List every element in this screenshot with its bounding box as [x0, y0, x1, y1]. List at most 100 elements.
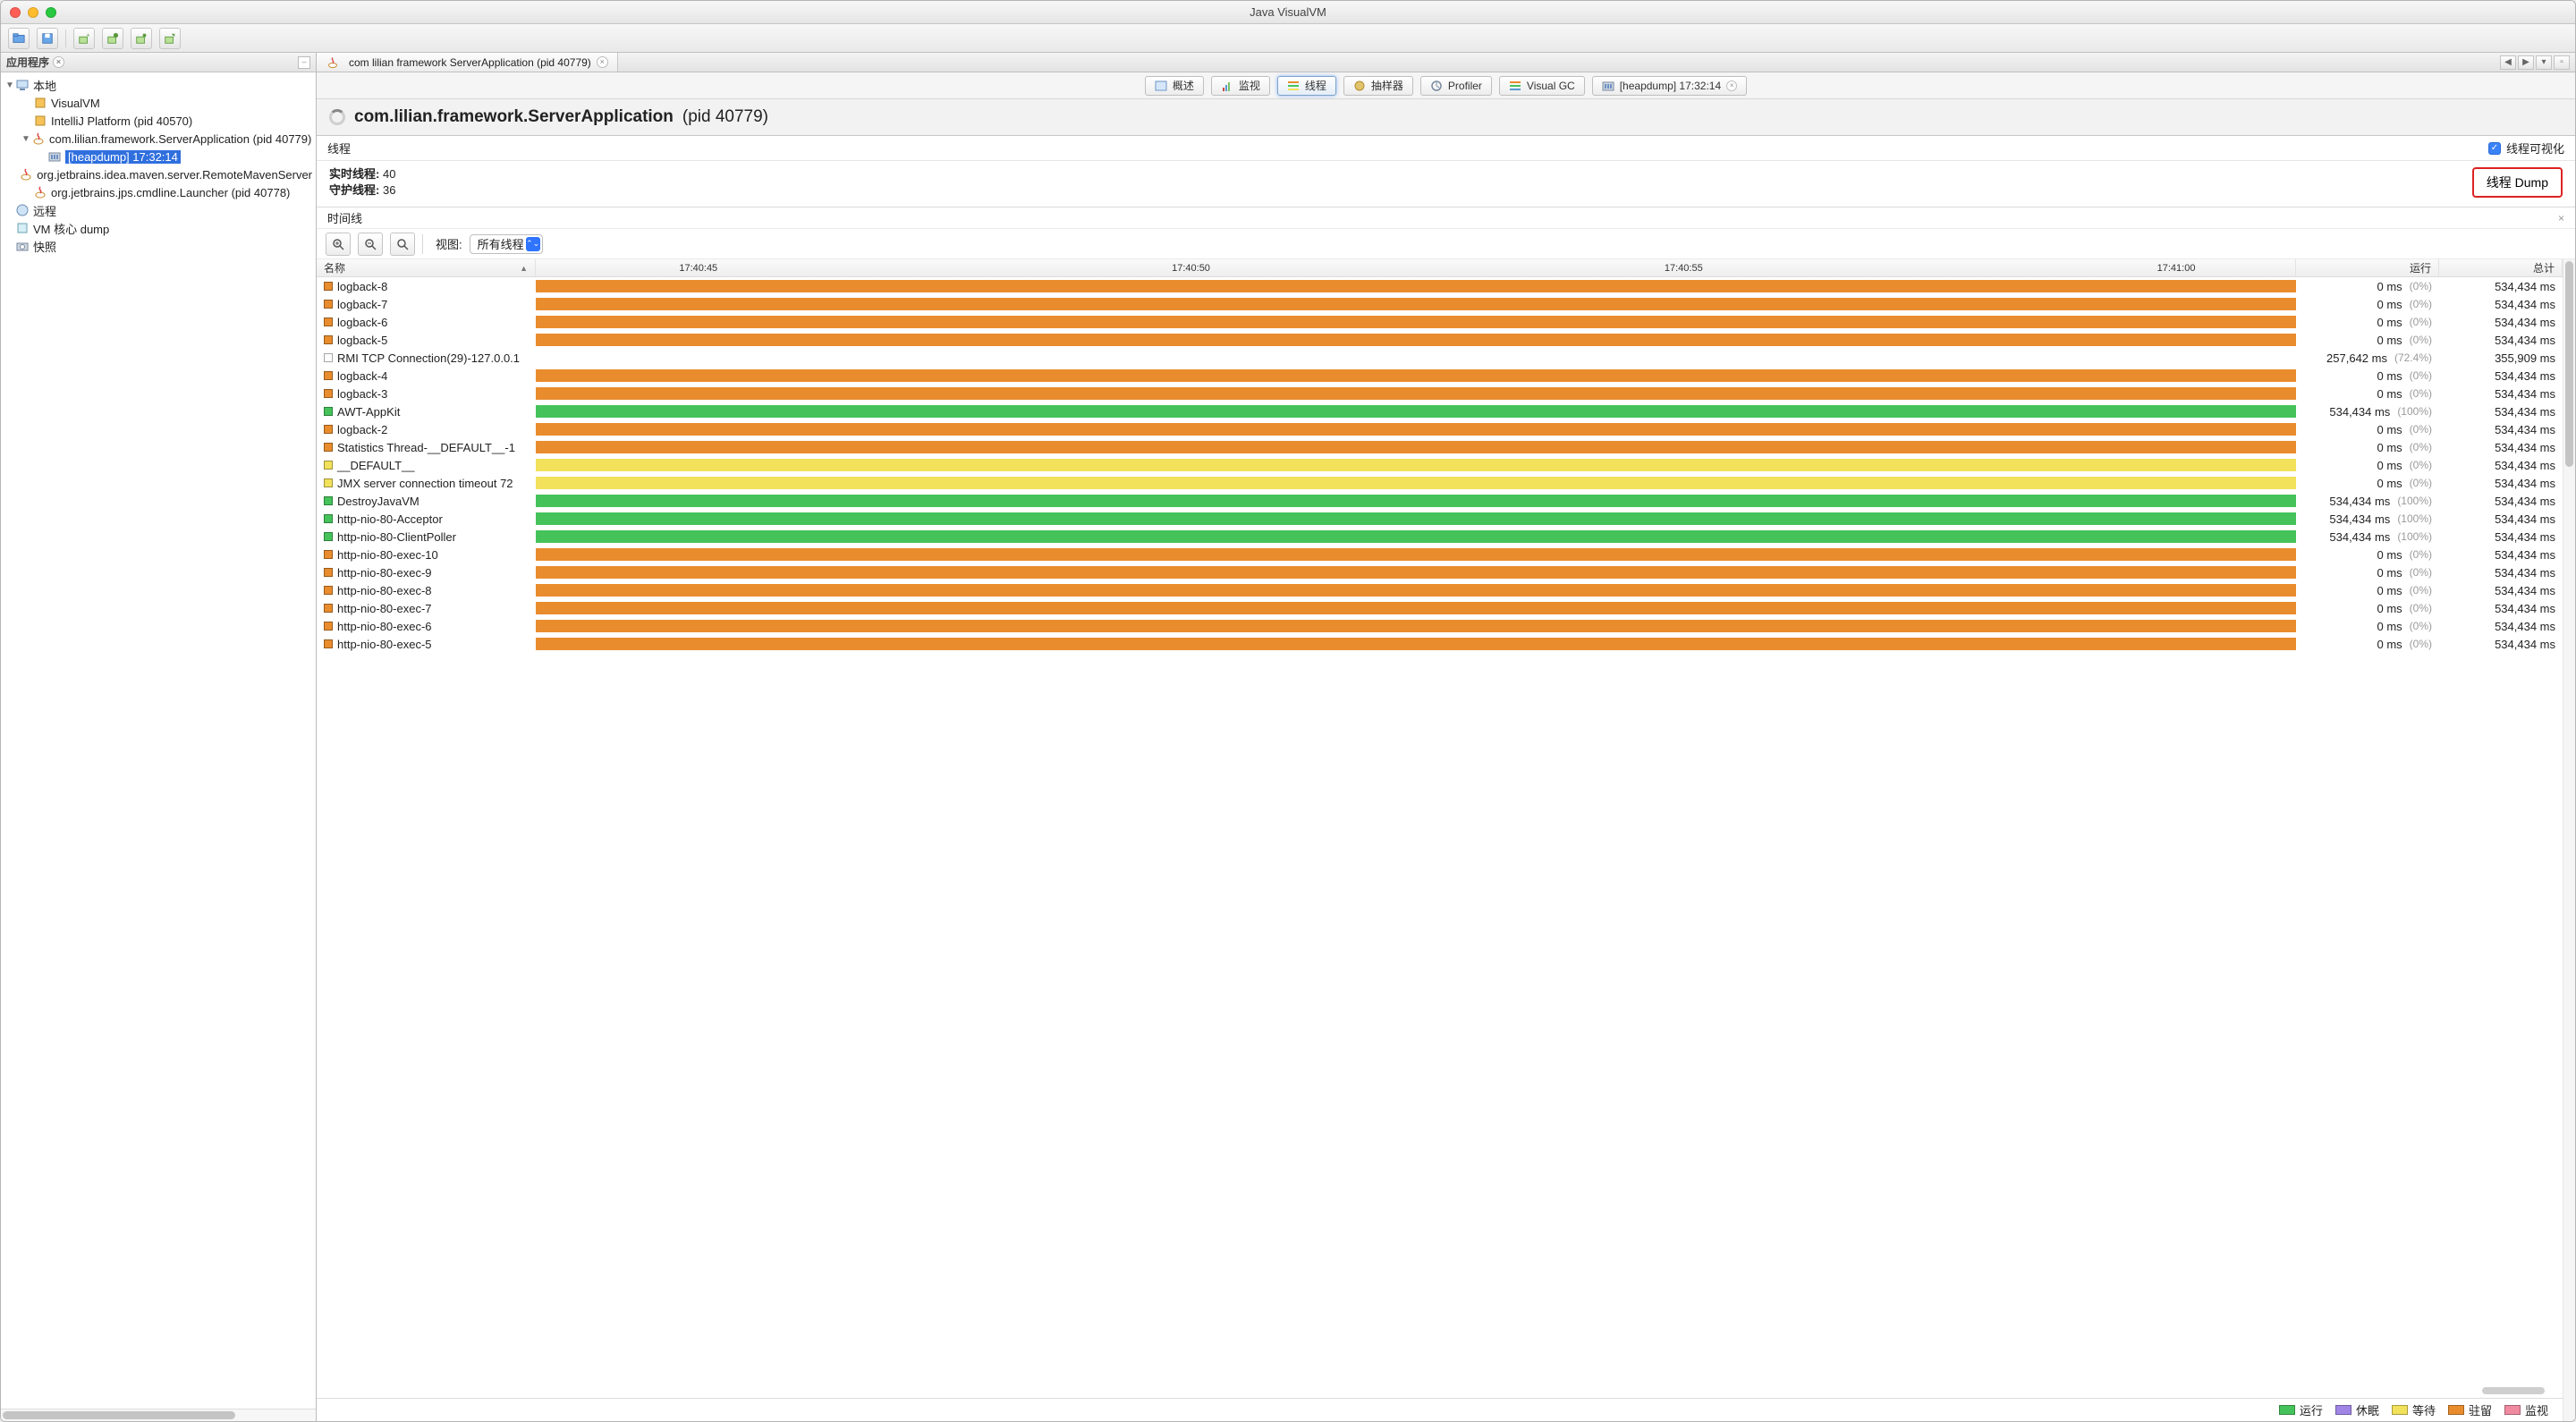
tab-monitor[interactable]: 监视 — [1211, 76, 1270, 96]
thread-row[interactable]: http-nio-80-Acceptor 534,434 ms (100%) 5… — [317, 510, 2563, 528]
tree-node-visualvm[interactable]: VisualVM — [1, 94, 316, 112]
thread-name-cell: http-nio-80-ClientPoller — [317, 530, 536, 544]
thread-row[interactable]: JMX server connection timeout 72 0 ms (0… — [317, 474, 2563, 492]
threads-icon — [1287, 80, 1300, 92]
tab-overview[interactable]: 概述 — [1145, 76, 1204, 96]
thread-name-cell: http-nio-80-Acceptor — [317, 512, 536, 526]
zoom-out-button[interactable] — [358, 233, 383, 256]
tab-scroll-left-button[interactable]: ◀ — [2500, 55, 2516, 70]
tree-node-local[interactable]: ▼ 本地 — [1, 76, 316, 94]
timeline-collapse-icon[interactable]: × — [2558, 212, 2564, 224]
thread-run-cell: 534,434 ms (100%) — [2296, 530, 2439, 544]
thread-run-cell: 534,434 ms (100%) — [2296, 495, 2439, 508]
tab-heapdump-close-icon[interactable]: × — [1726, 80, 1737, 91]
thread-total-cell: 355,909 ms — [2439, 351, 2563, 365]
tree-node-vmcore[interactable]: VM 核心 dump — [1, 219, 316, 237]
thread-run-pct: (72.4%) — [2394, 351, 2432, 364]
zoom-in-button[interactable] — [326, 233, 351, 256]
col-header-timeline[interactable]: 17:40:45 17:40:50 17:40:55 17:41:00 — [536, 259, 2296, 276]
thread-total-value: 534,434 ms — [2495, 387, 2555, 401]
zoom-fit-button[interactable] — [390, 233, 415, 256]
thread-row[interactable]: logback-8 0 ms (0%) 534,434 ms — [317, 277, 2563, 295]
tree-node-launcher[interactable]: org.jetbrains.jps.cmdline.Launcher (pid … — [1, 183, 316, 201]
thread-dump-button[interactable]: 线程 Dump — [2472, 167, 2563, 198]
thread-table-v-scrollbar[interactable] — [2563, 259, 2575, 1421]
thread-total-value: 534,434 ms — [2495, 620, 2555, 633]
thread-row[interactable]: logback-6 0 ms (0%) 534,434 ms — [317, 313, 2563, 331]
thread-row[interactable]: http-nio-80-exec-6 0 ms (0%) 534,434 ms — [317, 617, 2563, 635]
legend-swatch-park — [2448, 1405, 2464, 1415]
thread-row[interactable]: logback-5 0 ms (0%) 534,434 ms — [317, 331, 2563, 349]
tab-list-button[interactable]: ▾ — [2536, 55, 2552, 70]
tab-heapdump[interactable]: [heapdump] 17:32:14× — [1592, 76, 1747, 96]
thread-state-icon — [324, 317, 333, 326]
thread-row[interactable]: Statistics Thread-__DEFAULT__-1 0 ms (0%… — [317, 438, 2563, 456]
thread-row[interactable]: RMI TCP Connection(29)-127.0.0.1 257,642… — [317, 349, 2563, 367]
add-jmx-button[interactable] — [102, 28, 123, 49]
thread-state-bar — [536, 316, 2296, 328]
thread-bar-cell — [536, 351, 2296, 364]
tab-profiler[interactable]: Profiler — [1420, 76, 1492, 96]
tree-node-serverapp[interactable]: ▼ com.lilian.framework.ServerApplication… — [1, 130, 316, 148]
add-remote-button[interactable]: + — [73, 28, 95, 49]
tab-visualgc[interactable]: Visual GC — [1499, 76, 1585, 96]
sidebar-close-icon[interactable]: × — [53, 56, 64, 68]
tab-close-icon[interactable]: × — [597, 56, 608, 68]
thread-row[interactable]: logback-3 0 ms (0%) 534,434 ms — [317, 385, 2563, 402]
thread-row[interactable]: logback-4 0 ms (0%) 534,434 ms — [317, 367, 2563, 385]
thread-row[interactable]: http-nio-80-exec-10 0 ms (0%) 534,434 ms — [317, 546, 2563, 563]
save-button[interactable] — [37, 28, 58, 49]
thread-row[interactable]: __DEFAULT__ 0 ms (0%) 534,434 ms — [317, 456, 2563, 474]
applications-tree[interactable]: ▼ 本地 VisualVM IntelliJ Platform (pid 405… — [1, 72, 316, 1409]
thread-state-icon — [324, 443, 333, 452]
tab-threads[interactable]: 线程 — [1277, 76, 1336, 96]
sidebar-h-scrollbar[interactable] — [1, 1409, 316, 1421]
thread-row[interactable]: http-nio-80-ClientPoller 534,434 ms (100… — [317, 528, 2563, 546]
thread-name-cell: http-nio-80-exec-7 — [317, 602, 536, 615]
thread-row[interactable]: DestroyJavaVM 534,434 ms (100%) 534,434 … — [317, 492, 2563, 510]
thread-table-body[interactable]: logback-8 0 ms (0%) 534,434 ms logback-7… — [317, 277, 2563, 1387]
thread-row[interactable]: logback-2 0 ms (0%) 534,434 ms — [317, 420, 2563, 438]
tree-node-snapshot[interactable]: 快照 — [1, 237, 316, 255]
thread-state-icon — [324, 371, 333, 380]
coredump-icon — [15, 221, 30, 235]
tree-node-intellij[interactable]: IntelliJ Platform (pid 40570) — [1, 112, 316, 130]
thread-run-cell: 534,434 ms (100%) — [2296, 405, 2439, 419]
thread-bar-cell — [536, 638, 2296, 650]
tree-node-remote[interactable]: 远程 — [1, 201, 316, 219]
add-coredump-button[interactable] — [131, 28, 152, 49]
thread-run-pct: (0%) — [2410, 638, 2432, 650]
java-app-icon — [31, 131, 46, 146]
col-header-run[interactable]: 运行 — [2296, 259, 2439, 276]
document-tab-serverapp[interactable]: com lilian framework ServerApplication (… — [317, 53, 618, 72]
thread-bar-cell — [536, 566, 2296, 579]
tree-node-maven[interactable]: org.jetbrains.idea.maven.server.RemoteMa… — [1, 165, 316, 183]
col-header-name[interactable]: 名称▲ — [317, 259, 536, 276]
svg-text:+: + — [87, 32, 90, 38]
thread-total-value: 355,909 ms — [2495, 351, 2555, 365]
open-file-button[interactable] — [8, 28, 30, 49]
tab-sampler[interactable]: 抽样器 — [1343, 76, 1413, 96]
view-select[interactable]: 所有线程 ⌃⌄ — [470, 234, 543, 254]
threads-visual-checkbox[interactable]: ✓ — [2488, 142, 2501, 155]
thread-run-cell: 0 ms (0%) — [2296, 566, 2439, 580]
thread-row[interactable]: http-nio-80-exec-9 0 ms (0%) 534,434 ms — [317, 563, 2563, 581]
tree-node-heapdump[interactable]: [heapdump] 17:32:14 — [1, 148, 316, 165]
col-header-total[interactable]: 总计 — [2439, 259, 2563, 276]
maximize-editor-button[interactable]: ▫ — [2554, 55, 2570, 70]
tab-scroll-right-button[interactable]: ▶ — [2518, 55, 2534, 70]
thread-total-cell: 534,434 ms — [2439, 620, 2563, 633]
thread-row[interactable]: http-nio-80-exec-5 0 ms (0%) 534,434 ms — [317, 635, 2563, 653]
thread-row[interactable]: http-nio-80-exec-8 0 ms (0%) 534,434 ms — [317, 581, 2563, 599]
add-snapshot-button[interactable] — [159, 28, 181, 49]
thread-row[interactable]: http-nio-80-exec-7 0 ms (0%) 534,434 ms — [317, 599, 2563, 617]
legend-label-wait: 等待 — [2412, 1401, 2436, 1418]
threads-stats-row: 实时线程: 40 守护线程: 36 线程 Dump — [317, 161, 2575, 207]
thread-name-label: http-nio-80-Acceptor — [337, 512, 443, 526]
sidebar-minimize-button[interactable]: – — [298, 56, 310, 69]
thread-row[interactable]: AWT-AppKit 534,434 ms (100%) 534,434 ms — [317, 402, 2563, 420]
timeline-h-scrollbar[interactable] — [317, 1387, 2563, 1398]
thread-name-label: logback-3 — [337, 387, 387, 401]
overview-icon — [1155, 80, 1167, 92]
thread-row[interactable]: logback-7 0 ms (0%) 534,434 ms — [317, 295, 2563, 313]
